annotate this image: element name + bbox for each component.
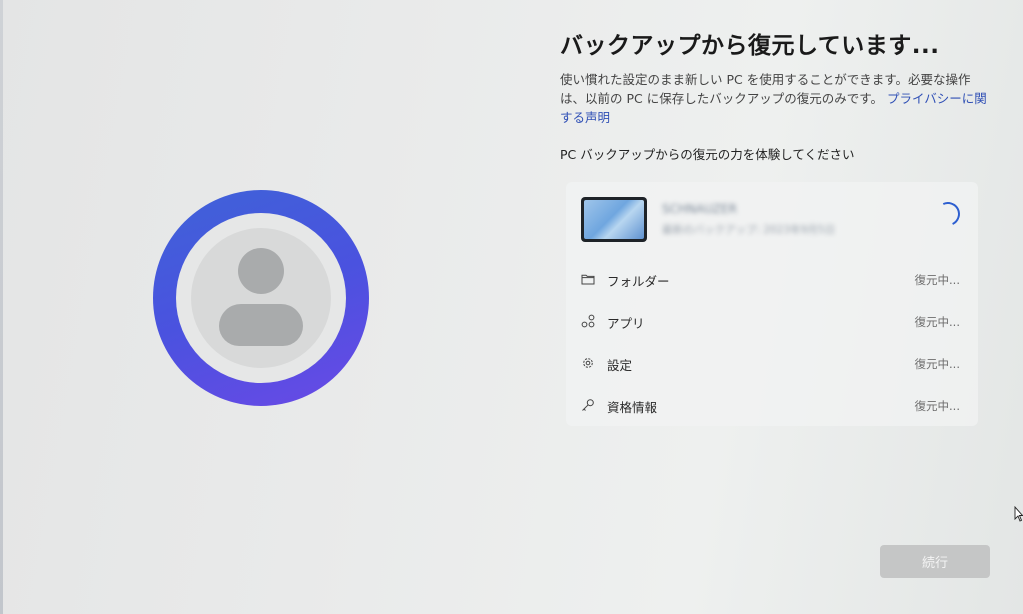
restore-item-status: 復元中... [914,315,960,329]
restore-item-apps: アプリ 復元中... [566,300,978,342]
device-row: SCHNAUZER 最新のバックアップ: 2023年9月5日 [566,182,978,258]
description: 使い慣れた設定のまま新しい PC を使用することができます。必要な操作は、以前の… [560,70,988,127]
continue-button[interactable]: 続行 [880,545,990,578]
mouse-cursor-icon [1014,506,1023,522]
restore-items-list: フォルダー 復元中... アプリ 復元中... 設定 復元中... 資格情報 復… [566,258,978,426]
restore-item-label: 設定 [607,358,633,373]
apps-icon [580,313,596,329]
restore-item-settings: 設定 復元中... [566,342,978,384]
loading-spinner-icon [932,198,964,230]
avatar-head-icon [238,248,284,294]
restore-item-credentials: 資格情報 復元中... [566,384,978,426]
gear-icon [580,355,596,371]
restore-item-status: 復元中... [914,399,960,413]
user-avatar [191,228,331,368]
left-panel [0,0,530,614]
user-avatar-ring [153,190,369,406]
restore-item-label: フォルダー [607,274,670,289]
avatar-body-icon [219,304,303,346]
restore-item-status: 復元中... [914,357,960,371]
device-backup-date: 最新のバックアップ: 2023年9月5日 [662,224,835,236]
restore-item-label: 資格情報 [607,400,658,415]
restore-item-folders: フォルダー 復元中... [566,258,978,300]
key-icon [580,397,596,413]
device-name: SCHNAUZER [662,202,737,216]
restore-item-label: アプリ [607,316,645,331]
restore-item-status: 復元中... [914,273,960,287]
page-title: バックアップから復元しています... [560,33,940,59]
subheading: PC バックアップからの復元の力を体験してください [560,147,855,162]
backup-card: SCHNAUZER 最新のバックアップ: 2023年9月5日 フォルダー 復元中… [566,182,978,426]
pc-thumbnail [581,197,647,242]
folder-icon [580,271,596,287]
